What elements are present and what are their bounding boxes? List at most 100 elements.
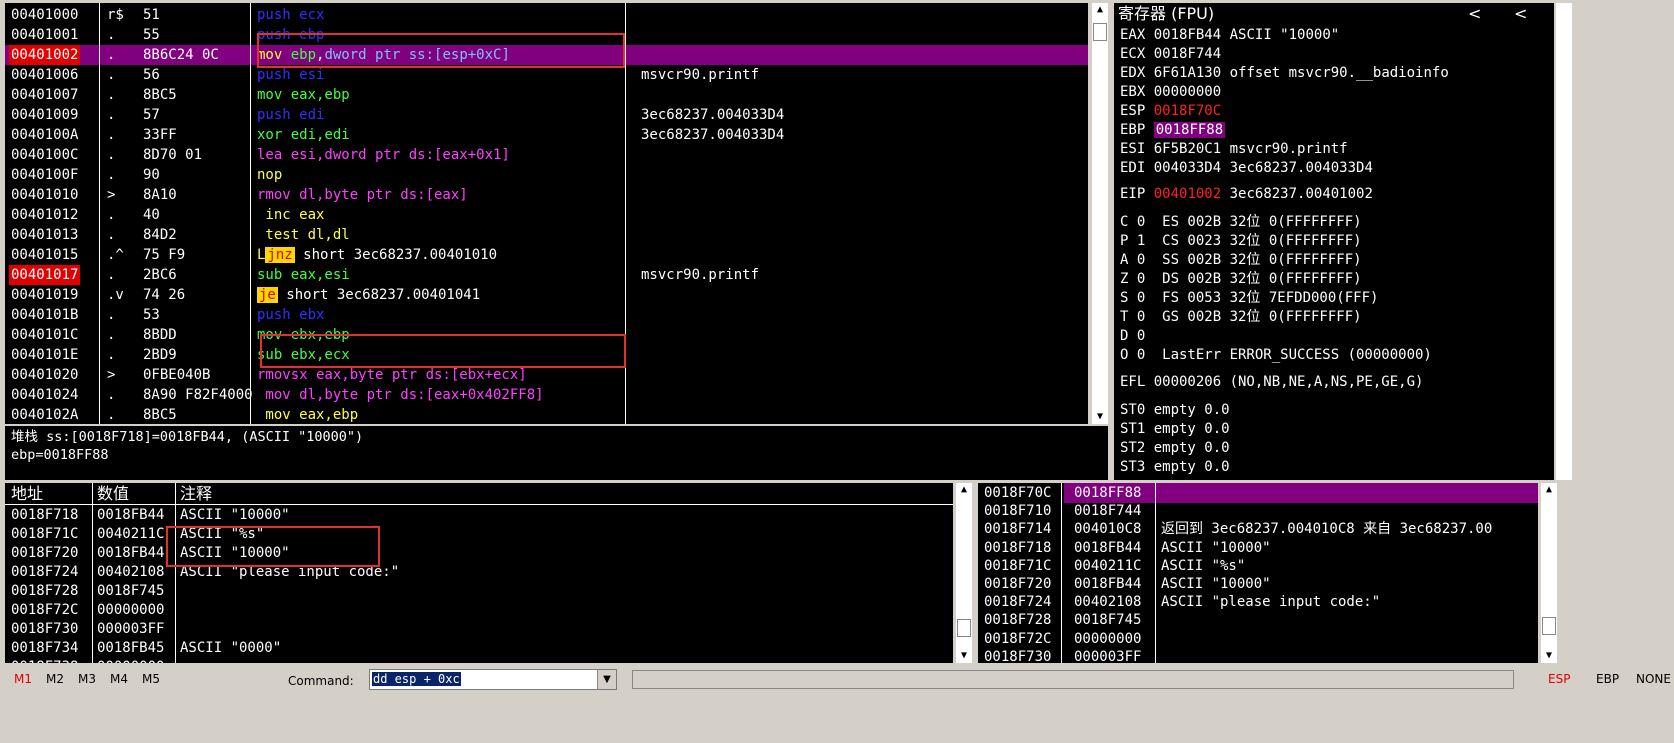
dump-row[interactable]: 0018F72C 00000000	[5, 600, 953, 620]
register-value[interactable]: 6F61A130	[1154, 65, 1221, 81]
ebp-button[interactable]: EBP	[1596, 672, 1619, 686]
disasm-row[interactable]: 00401015 .^ 75 F9 Ljnz short 3ec68237.00401…	[5, 245, 1088, 265]
flag-row[interactable]: Z 0 DS 002B 32位 0(FFFFFFFF)	[1120, 269, 1554, 289]
dropdown-button[interactable]: ▼	[597, 670, 616, 689]
stack-row[interactable]: 0018F714 004010C8 返回到 3ec68237.004010C8 来自…	[978, 519, 1538, 539]
disasm-row[interactable]: 00401001. 55 push ebp	[5, 25, 1088, 45]
register-row[interactable]: ECX 0018F744	[1120, 44, 1554, 64]
m5-button[interactable]: M5	[142, 672, 160, 686]
dump-row[interactable]: 0018F738 00000000	[5, 657, 953, 663]
dump-row[interactable]: 0018F734 0018FB45 ASCII "0000"	[5, 638, 953, 658]
stack-row[interactable]: 0018F730 000003FF	[978, 647, 1538, 663]
register-row[interactable]: EDX 6F61A130 offset msvcr90.__badioinfo	[1120, 63, 1554, 83]
prev-view-button[interactable]: <	[1468, 3, 1482, 25]
fpu-row[interactable]: ST2 empty 0.0	[1120, 438, 1554, 458]
column-value[interactable]: 数值	[97, 483, 129, 505]
disasm-row[interactable]: 00401017. 2BC6 sub eax,esi msvcr90.printf	[5, 265, 1088, 285]
disasm-row[interactable]: 0040100A. 33FF xor edi,edi 3ec68237.004033D…	[5, 125, 1088, 145]
disasm-row[interactable]: 00401000 r$ 51 push ecx	[5, 5, 1088, 25]
stack-row[interactable]: 0018F720 0018FB44 ASCII "10000"	[978, 574, 1538, 594]
register-value[interactable]: 0018FB44	[1154, 27, 1221, 43]
dump-row[interactable]: 0018F724 00402108 ASCII "please input code…	[5, 562, 953, 582]
m4-button[interactable]: M4	[110, 672, 128, 686]
flag-row[interactable]: O 0 LastErr ERROR_SUCCESS (00000000)	[1120, 345, 1554, 365]
dump-pane[interactable]: 地址 数值 注释 0018F718 0018FB44 ASCII "10000" 00…	[5, 483, 953, 663]
scroll-down-icon[interactable]: ▼	[956, 649, 972, 663]
disasm-row[interactable]: 00401013. 84D2 test dl,dl	[5, 225, 1088, 245]
register-row[interactable]: EDI 004033D4 3ec68237.004033D4	[1120, 158, 1554, 178]
register-row[interactable]: EAX 0018FB44 ASCII "10000"	[1120, 25, 1554, 45]
disasm-row[interactable]: 00401024. 8A90 F82F4000 mov dl,byte ptr d…	[5, 385, 1088, 405]
disasm-row[interactable]: 0040101C. 8BDD mov ebx,ebp	[5, 325, 1088, 345]
disasm-row[interactable]: 0040100F. 90 nop	[5, 165, 1088, 185]
stack-row[interactable]: 0018F72C 00000000	[978, 629, 1538, 649]
scroll-down-icon[interactable]: ▼	[1092, 410, 1108, 424]
scroll-up-icon[interactable]: ▲	[1092, 3, 1108, 17]
disasm-row[interactable]: 0040102A. 8BC5 mov eax,ebp	[5, 405, 1088, 424]
register-value[interactable]: 6F5B20C1	[1154, 141, 1221, 157]
fpu-row[interactable]: ST1 empty 0.0	[1120, 419, 1554, 439]
column-address[interactable]: 地址	[11, 483, 43, 505]
fpu-row[interactable]: ST3 empty 0.0	[1120, 457, 1554, 477]
stack-row[interactable]: 0018F71C 0040211C ASCII "%s"	[978, 556, 1538, 576]
register-row[interactable]: EBP 0018FF88	[1120, 120, 1554, 140]
disassembly-pane[interactable]: 00401000 r$ 51 push ecx 00401001. 55 push ebp 0…	[5, 3, 1088, 424]
column-comment[interactable]: 注释	[180, 483, 212, 505]
register-value[interactable]: 00000000	[1154, 84, 1221, 100]
stack-row[interactable]: 0018F70C 0018FF88	[978, 483, 1538, 503]
dump-row[interactable]: 0018F728 0018F745	[5, 581, 953, 601]
scroll-thumb[interactable]	[1542, 617, 1556, 635]
dump-row[interactable]: 0018F718 0018FB44 ASCII "10000"	[5, 505, 953, 525]
disasm-row[interactable]: 0040101E. 2BD9 sub ebx,ecx	[5, 345, 1088, 365]
m3-button[interactable]: M3	[78, 672, 96, 686]
register-value[interactable]: 0018F744	[1154, 46, 1221, 62]
disassembly-scrollbar[interactable]: ▲ ▼	[1092, 3, 1108, 424]
stack-row[interactable]: 0018F728 0018F745	[978, 610, 1538, 630]
registers-pane[interactable]: 寄存器 (FPU) < < EAX 0018FB44 ASCII "10000"…	[1114, 3, 1554, 480]
dump-scrollbar[interactable]: ▲ ▼	[956, 483, 972, 663]
m2-button[interactable]: M2	[46, 672, 64, 686]
scroll-down-icon[interactable]: ▼	[1541, 649, 1557, 663]
register-row[interactable]: ESP 0018F70C	[1120, 101, 1554, 121]
flag-row[interactable]: T 0 GS 002B 32位 0(FFFFFFFF)	[1120, 307, 1554, 327]
flag-row[interactable]: A 0 SS 002B 32位 0(FFFFFFFF)	[1120, 250, 1554, 270]
disasm-row[interactable]: 00401007. 8BC5 mov eax,ebp	[5, 85, 1088, 105]
stack-scrollbar[interactable]: ▲ ▼	[1541, 483, 1557, 663]
disasm-row[interactable]: 00401019 .v 74 26 je short 3ec68237.0040104…	[5, 285, 1088, 305]
stack-row[interactable]: 0018F724 00402108 ASCII "please input code…	[978, 592, 1538, 612]
disasm-row[interactable]: 0040100C. 8D70 01 lea esi,dword ptr ds:[ea…	[5, 145, 1088, 165]
register-row[interactable]: ESI 6F5B20C1 msvcr90.printf	[1120, 139, 1554, 159]
flag-row[interactable]: S 0 FS 0053 32位 7EFDD000(FFF)	[1120, 288, 1554, 308]
register-row[interactable]: EBX 00000000	[1120, 82, 1554, 102]
command-input[interactable]: dd esp + 0xc	[372, 672, 461, 686]
disasm-row[interactable]: 0040101B. 53 push ebx	[5, 305, 1088, 325]
scroll-thumb[interactable]	[957, 619, 971, 637]
disasm-row[interactable]: 00401020 >0FBE040B rmovsx eax,byte ptr ds:…	[5, 365, 1088, 385]
esp-button[interactable]: ESP	[1548, 672, 1570, 686]
disasm-row[interactable]: 00401002. 8B6C24 0C mov ebp,dword ptr ss:[…	[5, 45, 1088, 65]
flag-row[interactable]: C 0 ES 002B 32位 0(FFFFFFFF)	[1120, 212, 1554, 232]
stack-row[interactable]: 0018F718 0018FB44 ASCII "10000"	[978, 538, 1538, 558]
flag-row[interactable]: D 0	[1120, 326, 1554, 346]
dump-row[interactable]: 0018F71C 0040211C ASCII "%s"	[5, 524, 953, 544]
next-view-button[interactable]: <	[1514, 3, 1528, 25]
none-button[interactable]: NONE	[1636, 672, 1671, 686]
disasm-row[interactable]: 00401012. 40 inc eax	[5, 205, 1088, 225]
dump-row[interactable]: 0018F730 000003FF	[5, 619, 953, 639]
registers-scrollbar[interactable]	[1556, 3, 1572, 480]
disasm-row[interactable]: 00401006. 56 push esi msvcr90.printf	[5, 65, 1088, 85]
dump-row[interactable]: 0018F720 0018FB44 ASCII "10000"	[5, 543, 953, 563]
scroll-up-icon[interactable]: ▲	[1541, 483, 1557, 497]
scroll-up-icon[interactable]: ▲	[956, 483, 972, 497]
fpu-row[interactable]: ST0 empty 0.0	[1120, 400, 1554, 420]
flag-row[interactable]: P 1 CS 0023 32位 0(FFFFFFFF)	[1120, 231, 1554, 251]
stack-row[interactable]: 0018F710 0018F744	[978, 501, 1538, 521]
register-value[interactable]: 00401002	[1154, 186, 1221, 202]
command-combobox[interactable]: dd esp + 0xc ▼	[369, 669, 617, 690]
disasm-row[interactable]: 00401010 >8A10 rmov dl,byte ptr ds:[eax]	[5, 185, 1088, 205]
register-row[interactable]: EIP 00401002 3ec68237.00401002	[1120, 184, 1554, 204]
stack-pane[interactable]: 0018F70C 0018FF88 0018F710 0018F744 0018F714…	[978, 483, 1538, 663]
m1-button[interactable]: M1	[14, 672, 32, 686]
register-value[interactable]: 0018FF88	[1153, 122, 1226, 138]
register-value[interactable]: 004033D4	[1154, 160, 1221, 176]
